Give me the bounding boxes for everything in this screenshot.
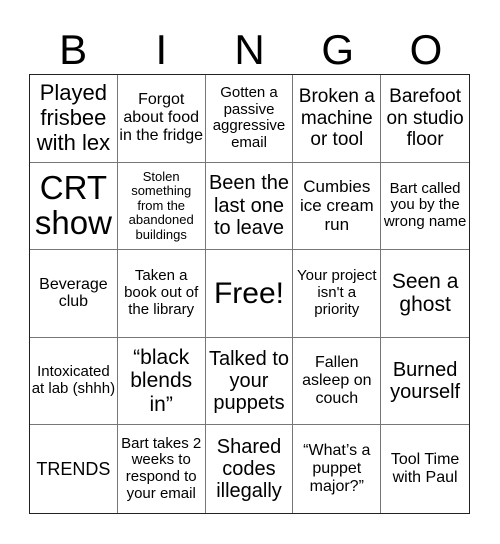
bingo-cell[interactable]: Been the last one to leave <box>205 162 294 251</box>
bingo-cell[interactable]: Gotten a passive aggressive email <box>205 75 294 163</box>
bingo-cell[interactable]: Bart takes 2 weeks to respond to your em… <box>118 425 206 513</box>
cell-text: Forgot about food in the fridge <box>119 91 203 145</box>
bingo-cell[interactable]: Intoxicated at lab (shhh) <box>30 337 118 426</box>
bingo-cell[interactable]: Forgot about food in the fridge <box>117 75 206 163</box>
bingo-cell[interactable]: Shared codes illegally <box>206 425 294 513</box>
cell-text: Cumbies ice cream run <box>299 177 374 235</box>
cell-text: Seen a ghost <box>391 269 459 317</box>
bingo-cell[interactable]: CRT show <box>30 162 118 251</box>
cell-text: Played frisbee with lex <box>36 80 111 155</box>
cell-text: “black blends in” <box>130 345 193 416</box>
header-letter-i: I <box>155 26 168 73</box>
cell-text: Been the last one to leave <box>208 172 290 240</box>
cell-text: Intoxicated at lab (shhh) <box>31 363 116 398</box>
bingo-cell[interactable]: Burned yourself <box>381 338 469 426</box>
cell-text: Beverage club <box>39 275 108 311</box>
free-space-text: Free! <box>213 276 284 310</box>
cell-text: Bart called you by the wrong name <box>383 179 467 231</box>
cell-text: Gotten a passive aggressive email <box>212 83 286 152</box>
bingo-header: B I N G O <box>29 26 470 74</box>
cell-text: Taken a book out of the library <box>124 267 199 318</box>
cell-text: Barefoot on studio floor <box>386 86 464 150</box>
bingo-cell[interactable]: Stolen something from the abandoned buil… <box>117 162 206 251</box>
header-letter-b: B <box>59 26 88 73</box>
bingo-cell[interactable]: Beverage club <box>30 250 118 338</box>
bingo-cell[interactable]: Broken a machine or tool <box>293 75 382 163</box>
bingo-cell[interactable]: Tool Time with Paul <box>381 425 469 513</box>
bingo-cell[interactable]: Talked to your puppets <box>205 337 294 426</box>
bingo-cell[interactable]: Bart called you by the wrong name <box>381 163 469 251</box>
bingo-cell[interactable]: “What’s a puppet major?” <box>293 425 382 513</box>
bingo-cell[interactable]: “black blends in” <box>117 337 206 426</box>
header-letter-n: N <box>234 26 265 73</box>
bingo-grid: Played frisbee with lex Forgot about foo… <box>29 74 470 514</box>
bingo-cell[interactable]: Seen a ghost <box>381 250 469 338</box>
bingo-cell[interactable]: Fallen asleep on couch <box>293 337 382 426</box>
bingo-cell[interactable]: Cumbies ice cream run <box>293 162 382 251</box>
bingo-cell[interactable]: Your project isn't a priority <box>293 250 382 338</box>
cell-text: Your project isn't a priority <box>297 267 377 318</box>
header-letter-o: O <box>409 26 443 73</box>
cell-text: Burned yourself <box>390 358 461 404</box>
cell-text: Bart takes 2 weeks to respond to your em… <box>121 434 202 502</box>
cell-text: Shared codes illegally <box>216 435 282 503</box>
cell-text: “What’s a puppet major?” <box>303 442 371 496</box>
bingo-cell-free[interactable]: Free! <box>205 250 294 338</box>
cell-text: Broken a machine or tool <box>298 86 375 150</box>
bingo-cell[interactable]: Barefoot on studio floor <box>381 75 469 163</box>
bingo-cell[interactable]: Played frisbee with lex <box>30 75 118 163</box>
cell-text: TRENDS <box>36 459 111 480</box>
header-letter-g: G <box>321 26 355 73</box>
bingo-cell[interactable]: Taken a book out of the library <box>117 250 206 338</box>
cell-text: Talked to your puppets <box>208 347 290 415</box>
cell-text: Tool Time with Paul <box>390 451 460 487</box>
cell-text: Stolen something from the abandoned buil… <box>128 168 194 242</box>
bingo-cell[interactable]: TRENDS <box>30 425 118 513</box>
cell-text: Fallen asleep on couch <box>302 354 372 408</box>
cell-text: CRT show <box>34 169 112 241</box>
